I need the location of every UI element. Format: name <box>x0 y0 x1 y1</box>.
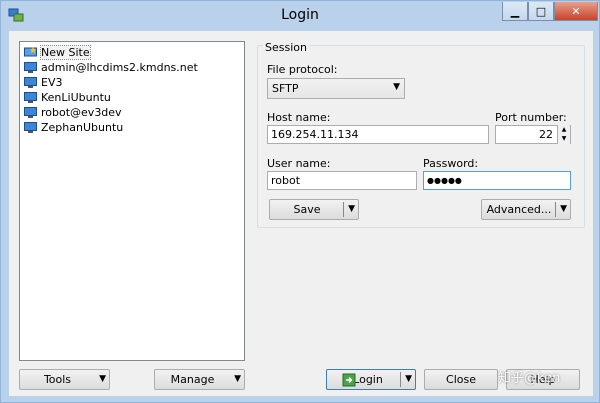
save-button[interactable]: Save ▼ <box>269 199 359 220</box>
monitor-icon <box>24 106 37 118</box>
advanced-dropdown-icon: ▼ <box>560 204 567 214</box>
manage-button[interactable]: Manage ▼ <box>154 369 245 390</box>
site-item-kenliubuntu[interactable]: KenLiUbuntu <box>24 90 111 105</box>
site-item-ev3[interactable]: EV3 <box>24 75 62 90</box>
port-spinner[interactable]: ▲ ▼ <box>557 125 570 144</box>
session-group-title: Session <box>263 41 309 54</box>
user-name-input[interactable]: robot <box>267 171 417 190</box>
site-label: New Site <box>40 45 91 60</box>
file-protocol-value: SFTP <box>272 82 299 95</box>
monitor-icon <box>24 121 37 133</box>
close-icon: ✕ <box>571 4 581 18</box>
close-window-button[interactable]: ✕ <box>554 2 598 21</box>
tools-dropdown-icon: ▼ <box>99 374 106 384</box>
password-input[interactable]: ●●●●● <box>423 171 571 190</box>
maximize-icon: □ <box>535 4 547 18</box>
site-item-admin[interactable]: admin@lhcdims2.kmdns.net <box>24 60 198 75</box>
host-name-input[interactable]: 169.254.11.134 <box>267 125 489 144</box>
file-protocol-select[interactable]: SFTP ▼ <box>267 78 405 99</box>
login-button-label: Login <box>353 373 383 386</box>
title-bar[interactable]: Login ▁ □ ✕ <box>1 1 599 30</box>
dialog-client: New Site admin@lhcdims2.kmdns.net EV3 Ke… <box>9 31 593 396</box>
host-name-label: Host name: <box>267 111 331 124</box>
manage-dropdown-icon: ▼ <box>234 374 241 384</box>
close-button[interactable]: Close <box>424 369 498 390</box>
save-dropdown-icon: ▼ <box>348 204 355 214</box>
advanced-button[interactable]: Advanced... ▼ <box>481 199 571 220</box>
login-window: Login ▁ □ ✕ New Site admin@lhcdims2.kmdn… <box>0 0 600 403</box>
monitor-icon <box>24 61 37 73</box>
login-button[interactable]: Login ▼ <box>326 369 416 390</box>
chevron-down-icon: ▼ <box>393 82 400 92</box>
password-label: Password: <box>423 157 479 170</box>
site-label: admin@lhcdims2.kmdns.net <box>41 61 198 74</box>
site-label: robot@ev3dev <box>41 106 122 119</box>
tools-button[interactable]: Tools ▼ <box>19 369 110 390</box>
site-label: ZephanUbuntu <box>41 121 124 134</box>
maximize-button[interactable]: □ <box>528 2 554 21</box>
new-site-icon <box>24 46 37 56</box>
site-item-robot-ev3dev[interactable]: robot@ev3dev <box>24 105 122 120</box>
login-dropdown-icon: ▼ <box>405 374 412 384</box>
site-label: EV3 <box>41 76 63 89</box>
site-item-zephanubuntu[interactable]: ZephanUbuntu <box>24 120 123 135</box>
advanced-button-label: Advanced... <box>486 203 552 216</box>
close-button-label: Close <box>446 373 476 386</box>
save-button-label: Save <box>293 203 321 216</box>
file-protocol-label: File protocol: <box>267 63 338 76</box>
minimize-button[interactable]: ▁ <box>502 2 528 21</box>
user-name-label: User name: <box>267 157 331 170</box>
minimize-icon: ▁ <box>510 4 520 18</box>
site-item-new-site[interactable]: New Site <box>24 45 91 60</box>
tools-button-label: Tools <box>43 373 72 386</box>
manage-button-label: Manage <box>170 373 215 386</box>
watermark: 知乎@ken <box>498 371 561 386</box>
login-icon <box>342 373 356 387</box>
port-number-label: Port number: <box>495 111 567 124</box>
monitor-icon <box>24 91 37 103</box>
site-tree[interactable]: New Site admin@lhcdims2.kmdns.net EV3 Ke… <box>19 41 245 361</box>
monitor-icon <box>24 76 37 88</box>
site-label: KenLiUbuntu <box>41 91 111 104</box>
